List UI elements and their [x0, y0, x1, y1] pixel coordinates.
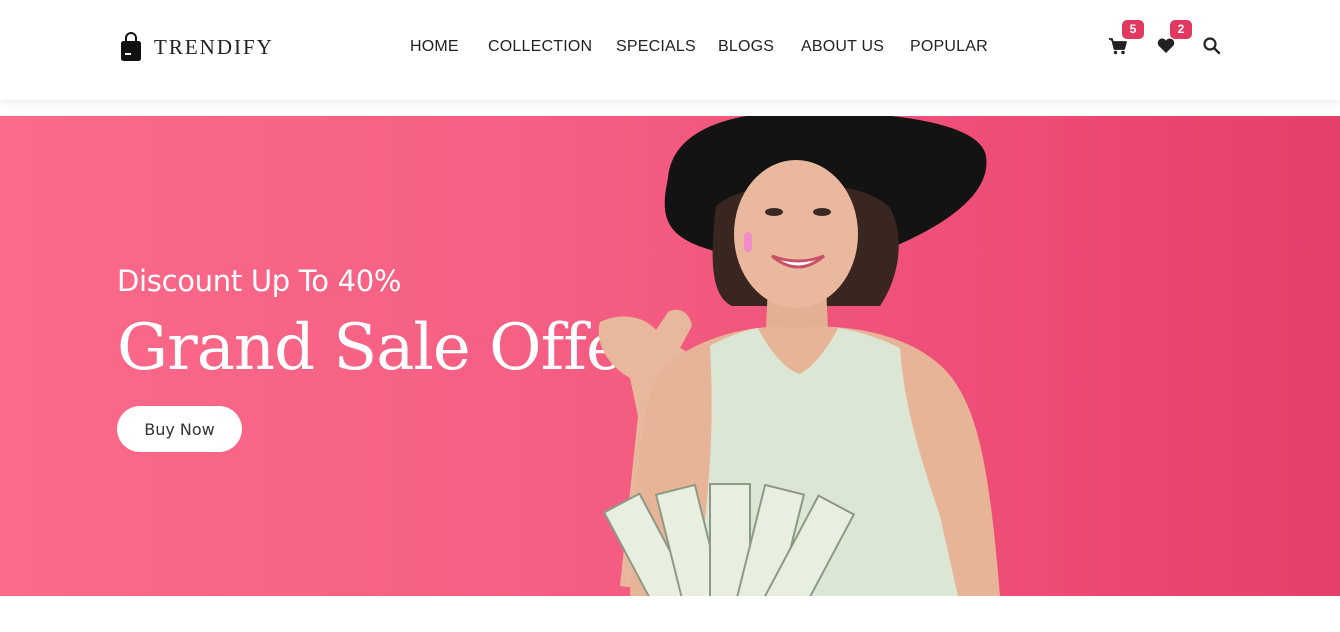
- search-icon: [1203, 37, 1221, 55]
- search-button[interactable]: [1202, 36, 1224, 58]
- nav-collection[interactable]: COLLECTION: [488, 38, 592, 56]
- nav-blogs[interactable]: BLOGS: [718, 38, 774, 56]
- hero-subtitle: Discount Up To 40%: [117, 264, 402, 298]
- nav-specials[interactable]: SPECIALS: [616, 38, 696, 56]
- buy-now-button[interactable]: Buy Now: [117, 406, 242, 452]
- nav-popular[interactable]: POPULAR: [910, 38, 988, 56]
- cart-button[interactable]: 5: [1108, 20, 1144, 58]
- cart-icon: [1109, 38, 1127, 55]
- nav-home[interactable]: HOME: [410, 38, 459, 56]
- hero-banner: Discount Up To 40% Grand Sale Offer! Buy…: [0, 116, 1340, 596]
- hero-woman-image: [598, 116, 1000, 596]
- cart-count-badge: 5: [1122, 20, 1144, 39]
- wishlist-button[interactable]: 2: [1156, 20, 1192, 58]
- main-nav: HOME COLLECTION SPECIALS BLOGS ABOUT US …: [0, 38, 1340, 58]
- wishlist-count-badge: 2: [1170, 20, 1192, 39]
- heart-icon: [1157, 38, 1175, 53]
- site-header: TRENDIFY HOME COLLECTION SPECIALS BLOGS …: [0, 0, 1340, 100]
- nav-about-us[interactable]: ABOUT US: [801, 38, 884, 56]
